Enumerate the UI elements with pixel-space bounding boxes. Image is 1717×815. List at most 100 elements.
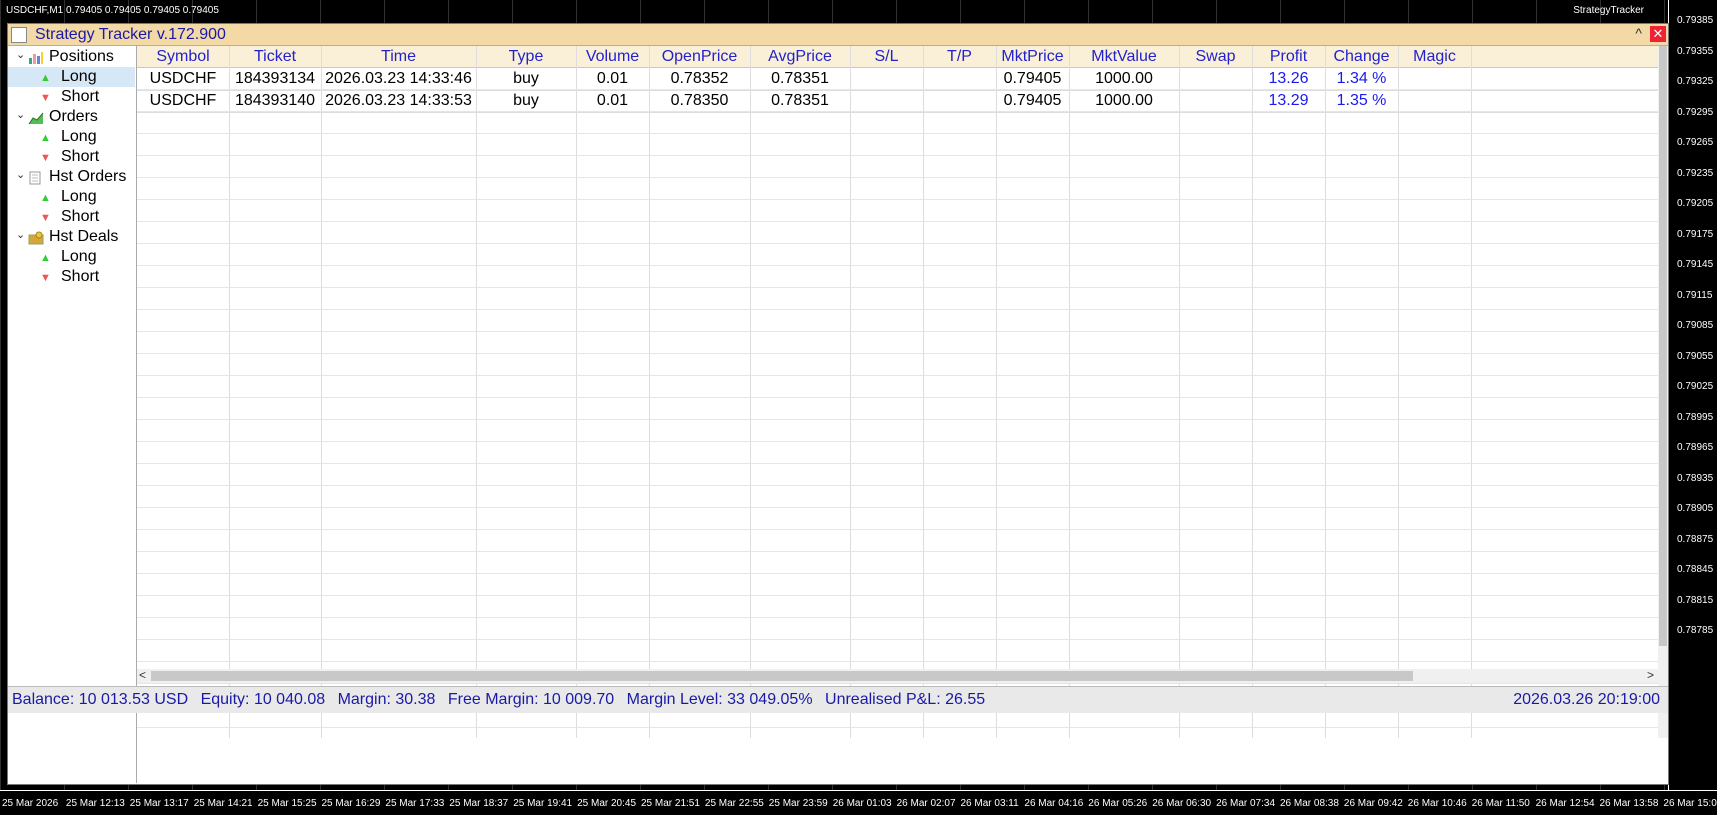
column-header-type[interactable]: Type <box>476 46 576 67</box>
time-tick-label: 26 Mar 02:07 <box>896 798 956 809</box>
vscroll-thumb[interactable] <box>1659 46 1667 646</box>
column-header-avgprice[interactable]: AvgPrice <box>750 46 850 67</box>
arrow-down-icon: ▼ <box>40 272 51 284</box>
tree-item-label: Short <box>61 208 100 225</box>
column-header-volume[interactable]: Volume <box>576 46 649 67</box>
chevron-down-icon[interactable]: ⌄ <box>16 225 25 245</box>
time-tick-label: 26 Mar 07:34 <box>1216 798 1276 809</box>
panel-titlebar[interactable]: Strategy Tracker v.172.900 ^ ✕ <box>8 24 1668 46</box>
grid-row-line <box>137 485 1667 486</box>
tree-group-positions[interactable]: ⌄ Positions <box>8 47 136 67</box>
cell-mktprice: 0.79405 <box>1003 70 1062 87</box>
tree-item-label: Short <box>61 88 100 105</box>
column-header-ticket[interactable]: Ticket <box>229 46 321 67</box>
time-tick-label: 26 Mar 03:11 <box>960 798 1019 809</box>
chevron-down-icon[interactable]: ⌄ <box>16 105 25 125</box>
price-tick-label: 0.79175 <box>1677 228 1714 240</box>
tree-item-label: Long <box>61 68 97 85</box>
column-header-change[interactable]: Change <box>1325 46 1398 67</box>
table-header: Symbol Ticket Time Type Volume OpenPrice AvgPr… <box>137 46 1667 68</box>
tree-item-orders-short[interactable]: ▼ Short <box>8 147 136 167</box>
vertical-scrollbar[interactable] <box>1658 46 1668 738</box>
column-header-time[interactable]: Time <box>321 46 476 67</box>
chevron-down-icon[interactable]: ⌄ <box>16 165 25 185</box>
time-tick-label: 25 Mar 16:29 <box>321 798 381 809</box>
server-datetime: 2026.03.26 20:19:00 <box>1513 691 1660 708</box>
time-tick-label: 25 Mar 22:55 <box>704 798 764 809</box>
price-tick-label: 0.78995 <box>1677 411 1714 423</box>
grid-row-line <box>137 573 1667 574</box>
scroll-right-icon[interactable]: > <box>1647 668 1654 682</box>
price-tick-label: 0.78905 <box>1677 503 1714 514</box>
column-header-symbol[interactable]: Symbol <box>137 46 229 67</box>
column-header-mktprice[interactable]: MktPrice <box>996 46 1069 67</box>
cell-openprice: 0.78352 <box>670 70 729 87</box>
time-axis[interactable]: 25 Mar 2026 25 Mar 12:13 25 Mar 13:17 25 Ma… <box>0 790 1717 815</box>
grid-row-line <box>137 243 1667 244</box>
grid-row-line <box>137 727 1667 728</box>
price-axis[interactable]: 0.79385 0.79355 0.79325 0.79295 0.79265 0.792… <box>1668 0 1717 790</box>
grid-row-line <box>137 617 1667 618</box>
horizontal-scrollbar[interactable]: < > <box>137 668 1658 683</box>
price-tick-label: 0.79265 <box>1677 137 1714 148</box>
coins-icon <box>28 231 44 245</box>
price-tick-label: 0.79115 <box>1677 289 1713 301</box>
price-tick-label: 0.78845 <box>1677 564 1714 575</box>
tree-item-positions-long[interactable]: ▲ Long <box>8 67 136 87</box>
tree-item-orders-long[interactable]: ▲ Long <box>8 127 136 147</box>
margin-level-text: Margin Level: 33 049.05% <box>626 691 813 708</box>
tree-group-hst-orders[interactable]: ⌄ Hst Orders <box>8 167 136 187</box>
cell-volume: 0.01 <box>596 70 629 87</box>
tree-item-hst-orders-short[interactable]: ▼ Short <box>8 207 136 227</box>
column-header-magic[interactable]: Magic <box>1398 46 1471 67</box>
time-tick-label: 25 Mar 19:41 <box>513 798 573 809</box>
free-margin-text: Free Margin: 10 009.70 <box>447 691 615 708</box>
arrow-down-icon: ▼ <box>40 152 51 164</box>
nav-tree: ⌄ Positions ▲ Long ▼ Short ⌄ Orders ▲ Long ▼ Short ⌄… <box>8 46 137 783</box>
scroll-left-icon[interactable]: < <box>139 668 146 682</box>
arrow-down-icon: ▼ <box>40 212 51 224</box>
tree-item-label: Short <box>61 268 100 285</box>
column-header-profit[interactable]: Profit <box>1252 46 1325 67</box>
cell-type: buy <box>513 70 539 87</box>
price-tick-label: 0.79325 <box>1677 76 1714 87</box>
grid-column-line <box>649 46 650 738</box>
table-row[interactable]: USDCHF 184393140 2026.03.23 14:33:53 buy 0.0… <box>137 90 1667 113</box>
tree-group-hst-deals[interactable]: ⌄ Hst Deals <box>8 227 136 247</box>
positions-table: Symbol Ticket Time Type Volume OpenPrice AvgPr… <box>137 46 1667 738</box>
hscroll-thumb[interactable] <box>151 671 1413 681</box>
document-icon <box>28 171 42 185</box>
time-tick-label: 26 Mar 06:30 <box>1152 798 1212 809</box>
tree-item-hst-deals-long[interactable]: ▲ Long <box>8 247 136 267</box>
arrow-up-icon: ▲ <box>40 192 51 204</box>
cell-avgprice: 0.78351 <box>771 70 829 87</box>
cell-ticket: 184393134 <box>234 70 316 87</box>
column-header-tp[interactable]: T/P <box>923 46 996 67</box>
grid-column-line <box>229 46 230 738</box>
column-header-mktvalue[interactable]: MktValue <box>1069 46 1179 67</box>
grid-row-line <box>137 661 1667 662</box>
chevron-down-icon[interactable]: ⌄ <box>16 45 25 65</box>
table-row[interactable]: USDCHF 184393134 2026.03.23 14:33:46 buy 0.0… <box>137 68 1667 91</box>
grid-row-line <box>137 441 1667 442</box>
grid-column-line <box>1398 46 1399 738</box>
tree-group-orders[interactable]: ⌄ Orders <box>8 107 136 127</box>
column-header-sl[interactable]: S/L <box>850 46 923 67</box>
grid-column-line <box>923 46 924 738</box>
grid-row-line <box>137 463 1667 464</box>
tree-item-hst-orders-long[interactable]: ▲ Long <box>8 187 136 207</box>
time-tick-label: 25 Mar 23:59 <box>768 798 828 809</box>
cell-change: 1.34 % <box>1336 70 1387 87</box>
grid-row-line <box>137 353 1667 354</box>
tree-item-hst-deals-short[interactable]: ▼ Short <box>8 267 136 287</box>
time-tick-label: 26 Mar 10:46 <box>1407 798 1467 809</box>
cell-profit: 13.29 <box>1268 92 1309 109</box>
column-header-openprice[interactable]: OpenPrice <box>649 46 750 67</box>
grid-row-line <box>137 551 1667 552</box>
minimize-button[interactable]: ^ <box>1635 25 1642 41</box>
close-button[interactable]: ✕ <box>1650 26 1666 42</box>
grid-column-line <box>476 46 477 738</box>
column-header-swap[interactable]: Swap <box>1179 46 1252 67</box>
grid-column-line <box>1325 46 1326 738</box>
tree-item-positions-short[interactable]: ▼ Short <box>8 87 136 107</box>
